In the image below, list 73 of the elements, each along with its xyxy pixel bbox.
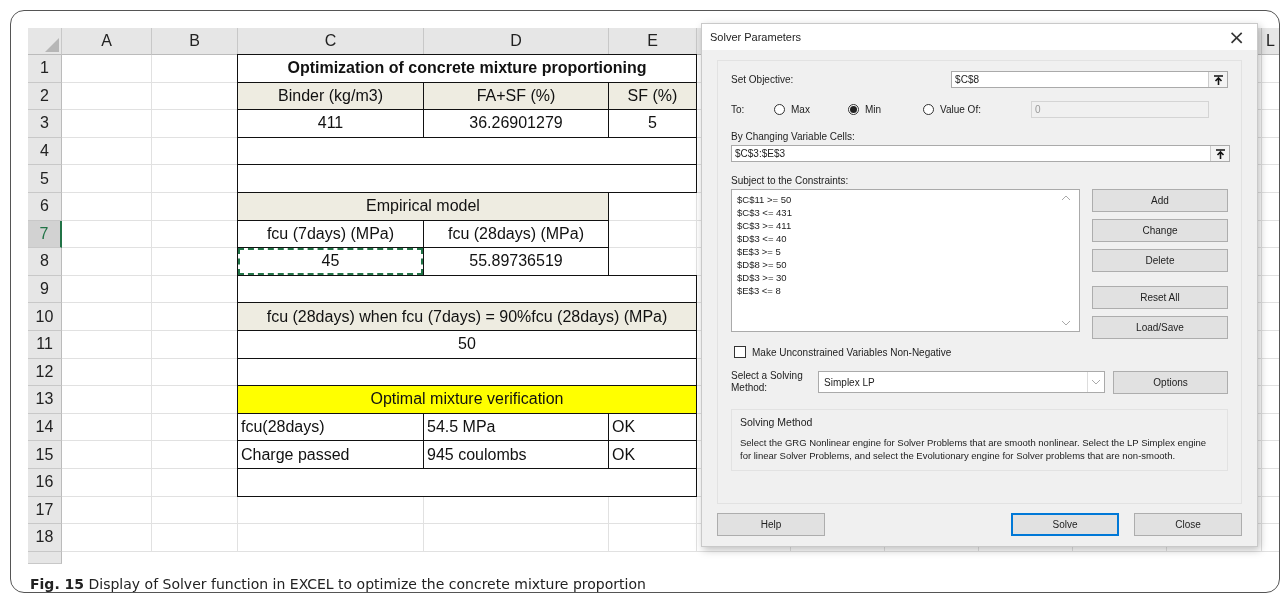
dialog-button[interactable]: Delete	[1092, 249, 1228, 272]
table-cell: fcu (28days) when fcu (7days) = 90%fcu (28days) (MPa)	[237, 302, 697, 331]
dialog-button[interactable]: Close	[1134, 513, 1242, 536]
row-header[interactable]: 6	[28, 192, 62, 221]
dialog-title: Solver Parameters	[710, 31, 802, 43]
column-header[interactable]: C	[238, 28, 424, 55]
options-button[interactable]: Options	[1113, 370, 1228, 394]
column-header[interactable]: D	[424, 28, 609, 55]
row-header[interactable]: 3	[28, 110, 62, 138]
scroll-down-icon[interactable]	[1062, 321, 1070, 326]
row-header[interactable]: 16	[28, 468, 62, 497]
dialog-button[interactable]: Reset All	[1092, 286, 1228, 309]
constraint-item[interactable]: $C$3 <= 431	[737, 206, 1058, 219]
constraint-item[interactable]: $E$3 >= 5	[737, 245, 1058, 258]
to-label: To:	[731, 104, 746, 115]
constraint-item[interactable]: $D$8 >= 50	[737, 258, 1058, 271]
row-header[interactable]: 9	[28, 275, 62, 304]
constraint-item[interactable]: $D$3 >= 30	[737, 271, 1058, 284]
table-cell: Empirical model	[237, 191, 609, 221]
info-text: Select the GRG Nonlinear engine for Solver Problems that are smooth nonlinear. Select the LP Simplex engine for linear Solver Problems, and select the Evolutionary engine for Solver problems that are non-smooth.	[740, 436, 1208, 462]
row-header[interactable]: 7	[28, 220, 62, 249]
row-header[interactable]: 13	[28, 386, 62, 414]
constraints-label: Subject to the Constraints:	[731, 175, 850, 186]
constraint-item[interactable]: $C$11 >= 50	[737, 193, 1058, 206]
scroll-up-icon[interactable]	[1062, 195, 1070, 200]
row-header[interactable]: 11	[28, 330, 62, 359]
dropdown-caret-icon[interactable]	[1092, 379, 1101, 385]
row-header[interactable]: 4	[28, 137, 62, 166]
table-cell: Binder (kg/m3)	[237, 81, 424, 111]
constraint-item[interactable]: $E$3 <= 8	[737, 284, 1058, 297]
row-header[interactable]: 18	[28, 524, 62, 552]
row-header[interactable]: 14	[28, 413, 62, 442]
changing-cells-field[interactable]: $C$3:$E$3	[731, 145, 1230, 162]
row-header[interactable]: 1	[28, 55, 62, 83]
radio-option[interactable]: Value Of:	[923, 104, 1031, 115]
constraint-item[interactable]: $D$3 <= 40	[737, 232, 1058, 245]
row-header[interactable]: 5	[28, 165, 62, 193]
row-header[interactable]: 12	[28, 358, 62, 387]
method-label: Select a Solving Method:	[731, 370, 804, 394]
column-header[interactable]: E	[609, 28, 697, 55]
table-cell: SF (%)	[608, 81, 697, 111]
checkbox[interactable]	[734, 346, 746, 358]
row-header[interactable]: 8	[28, 248, 62, 276]
select-all-button[interactable]	[28, 28, 62, 55]
row-header[interactable]: 10	[28, 303, 62, 331]
info-title: Solving Method	[740, 416, 814, 428]
table-cell: 50	[237, 329, 697, 359]
table-cell: FA+SF (%)	[423, 81, 609, 111]
row-header[interactable]: 2	[28, 82, 62, 111]
column-header[interactable]: L	[1262, 28, 1279, 55]
radio-option[interactable]: Max	[774, 104, 848, 115]
dialog-button[interactable]: Solve	[1011, 513, 1119, 536]
radio-option[interactable]: Min	[848, 104, 923, 115]
changing-cells-label: By Changing Variable Cells:	[731, 131, 856, 142]
upload-icon	[1215, 148, 1225, 159]
dialog-button[interactable]: Load/Save	[1092, 316, 1228, 339]
checkbox-label: Make Unconstrained Variables Non-Negative	[752, 346, 952, 358]
objective-field[interactable]: $C$8	[951, 71, 1228, 88]
constraint-item[interactable]: $C$3 >= 411	[737, 219, 1058, 232]
dialog-button[interactable]: Change	[1092, 219, 1228, 242]
method-select[interactable]: Simplex LP	[818, 371, 1106, 393]
figure-caption: Fig. 15 Display of Solver function in EXCEL to optimize the concrete mixture proportion	[29, 575, 647, 592]
table-cell: 45	[237, 247, 424, 276]
column-header[interactable]: A	[62, 28, 152, 55]
close-button[interactable]: ×	[1224, 27, 1249, 47]
table-cell: Optimal mixture verification	[237, 385, 697, 414]
row-header[interactable]: 17	[28, 496, 62, 525]
column-header[interactable]: B	[152, 28, 238, 55]
upload-icon	[1213, 74, 1223, 85]
row-header[interactable]: 15	[28, 441, 62, 469]
dialog-button[interactable]: Add	[1092, 189, 1228, 212]
objective-label: Set Objective:	[731, 74, 795, 85]
dialog-button[interactable]: Help	[717, 513, 825, 536]
